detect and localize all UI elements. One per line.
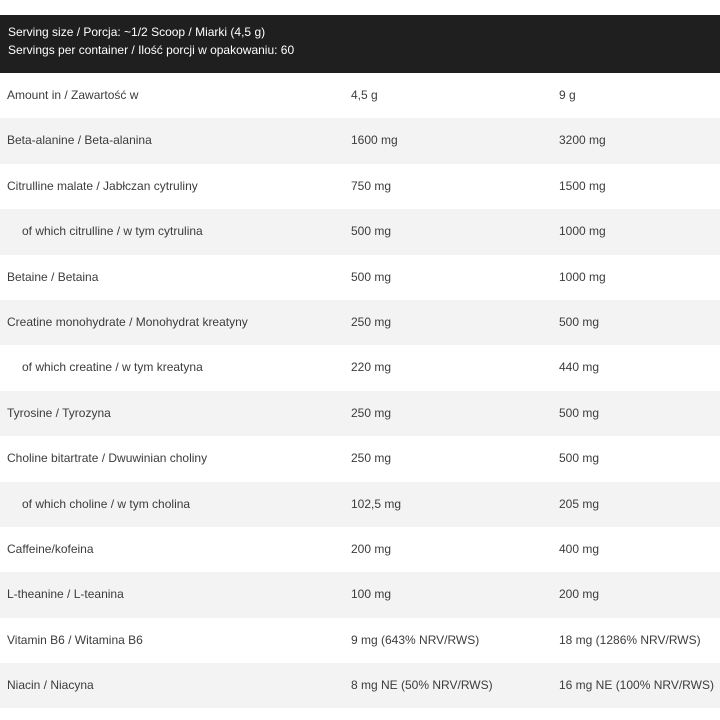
amount-per-double-serving: 16 mg NE (100% NRV/RWS) <box>559 678 714 693</box>
table-row: Tyrosine / Tyrozyna 250 mg 500 mg <box>0 390 720 437</box>
amount-per-serving: 100 mg <box>351 587 392 602</box>
amount-per-double-serving: 440 mg <box>559 360 600 375</box>
amount-per-double-serving: 500 mg <box>559 405 600 420</box>
amount-per-serving: 200 mg <box>351 541 392 556</box>
amount-per-serving: 500 mg <box>351 269 392 284</box>
ingredient-name: Betaine / Betaina <box>7 269 99 284</box>
amount-per-serving: 250 mg <box>351 405 392 420</box>
ingredient-name: Creatine monohydrate / Monohydrat kreaty… <box>7 314 248 329</box>
amount-per-double-serving: 3200 mg <box>559 133 606 148</box>
table-row: Creatine monohydrate / Monohydrat kreaty… <box>0 299 720 346</box>
amount-per-serving: 8 mg NE (50% NRV/RWS) <box>351 678 493 693</box>
servings-per-container-text: Servings per container / Ilość porcji w … <box>8 43 295 57</box>
amount-per-serving: 1600 mg <box>351 133 398 148</box>
amount-per-double-serving: 400 mg <box>559 541 600 556</box>
serving-size-text: Serving size / Porcja: ~1/2 Scoop / Miar… <box>8 25 266 39</box>
table-row: Vitamin B6 / Witamina B6 9 mg (643% NRV/R… <box>0 617 720 664</box>
amount-per-serving: 750 mg <box>351 178 392 193</box>
ingredient-name: L-theanine / L-teanina <box>7 587 124 602</box>
amount-per-double-serving: 500 mg <box>559 451 600 466</box>
amount-per-serving: 500 mg <box>351 224 392 239</box>
ingredient-name: Caffeine/kofeina <box>7 541 94 556</box>
table-row: Citrulline malate / Jabłczan cytruliny 75… <box>0 163 720 210</box>
table-row: Amount in / Zawartość w 4,5 g 9 g <box>0 73 720 119</box>
ingredient-name: Niacin / Niacyna <box>7 678 94 693</box>
nutrition-table: Amount in / Zawartość w 4,5 g 9 g Beta-alan… <box>0 73 720 709</box>
amount-per-double-serving: 205 mg <box>559 496 600 511</box>
amount-per-serving: 102,5 mg <box>351 496 402 511</box>
amount-per-double-serving: 500 mg <box>559 314 600 329</box>
table-row: L-theanine / L-teanina 100 mg 200 mg <box>0 572 720 618</box>
table-row: Choline bitartrate / Dwuwinian choliny 25… <box>0 436 720 482</box>
table-row: of which choline / w tym cholina 102,5 mg… <box>0 481 720 527</box>
ingredient-name: Amount in / Zawartość w <box>7 88 139 102</box>
ingredient-name: of which citrulline / w tym cytrulina <box>22 224 203 239</box>
amount-per-double-serving: 1000 mg <box>559 224 606 239</box>
amount-per-serving: 9 mg (643% NRV/RWS) <box>351 632 480 647</box>
amount-per-double-serving: 1000 mg <box>559 269 606 284</box>
amount-per-double-serving: 18 mg (1286% NRV/RWS) <box>559 632 701 647</box>
ingredient-name: Tyrosine / Tyrozyna <box>7 405 111 420</box>
ingredient-name: Choline bitartrate / Dwuwinian choliny <box>7 451 208 466</box>
table-row: Caffeine/kofeina 200 mg 400 mg <box>0 526 720 573</box>
ingredient-name: of which creatine / w tym kreatyna <box>22 360 203 375</box>
ingredient-name: Beta-alanine / Beta-alanina <box>7 133 152 148</box>
amount-per-serving: 220 mg <box>351 360 392 375</box>
amount-per-double-serving: 9 g <box>559 88 576 102</box>
table-row: of which citrulline / w tym cytrulina 500… <box>0 209 720 255</box>
amount-per-double-serving: 200 mg <box>559 587 600 602</box>
serving-header: Serving size / Porcja: ~1/2 Scoop / Miar… <box>0 15 720 73</box>
ingredient-name: Citrulline malate / Jabłczan cytruliny <box>7 178 198 193</box>
table-row: of which creatine / w tym kreatyna 220 mg… <box>0 345 720 391</box>
ingredient-name: Vitamin B6 / Witamina B6 <box>7 632 143 647</box>
amount-per-serving: 4,5 g <box>351 88 378 102</box>
amount-per-double-serving: 1500 mg <box>559 178 606 193</box>
ingredient-name: of which choline / w tym cholina <box>22 496 191 511</box>
amount-per-serving: 250 mg <box>351 451 392 466</box>
table-row: Niacin / Niacyna 8 mg NE (50% NRV/RWS) 16 … <box>0 663 720 709</box>
table-row: Beta-alanine / Beta-alanina 1600 mg 3200 m… <box>0 118 720 164</box>
amount-per-serving: 250 mg <box>351 314 392 329</box>
table-row: Betaine / Betaina 500 mg 1000 mg <box>0 254 720 300</box>
